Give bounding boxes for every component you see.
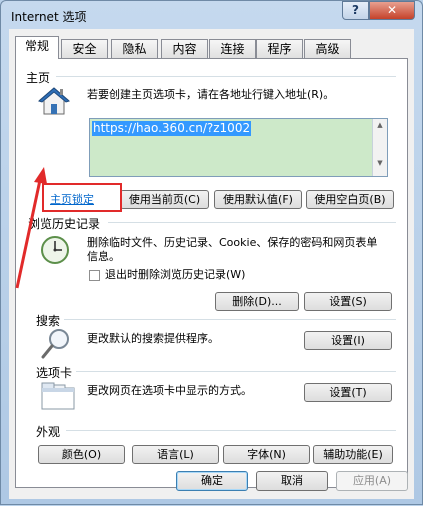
homepage-divider xyxy=(56,76,396,77)
window-title: Internet 选项 xyxy=(11,10,87,24)
tab-general[interactable]: 常规 xyxy=(15,36,59,59)
dialog-client: 常规 安全 隐私 内容 连接 程序 高级 主页 若要创建主页选项卡，请在各地址行… xyxy=(9,29,414,499)
close-button[interactable]: ✕ xyxy=(369,1,415,20)
homepage-description: 若要创建主页选项卡，请在各地址行键入地址(R)。 xyxy=(87,88,335,101)
tabs-settings-button[interactable]: 设置(T) xyxy=(304,383,392,402)
magnifier-icon xyxy=(40,327,72,361)
history-divider xyxy=(108,222,396,223)
ok-button[interactable]: 确定 xyxy=(176,471,248,491)
tab-connections[interactable]: 连接 xyxy=(209,39,256,58)
url-scrollbar[interactable]: ▲ ▼ xyxy=(372,119,387,176)
colors-button[interactable]: 颜色(O) xyxy=(38,445,125,464)
general-tab-panel: 主页 若要创建主页选项卡，请在各地址行键入地址(R)。 https://hao.… xyxy=(15,58,408,488)
cancel-button[interactable]: 取消 xyxy=(256,471,328,491)
delete-history-button[interactable]: 删除(D)... xyxy=(215,292,299,311)
homepage-url-text: https://hao.360.cn/?z1002 xyxy=(92,121,252,136)
annotation-highlight-box xyxy=(42,183,122,212)
search-settings-button[interactable]: 设置(I) xyxy=(304,331,392,350)
tab-content[interactable]: 内容 xyxy=(161,39,208,58)
tabs-section-label: 选项卡 xyxy=(36,366,73,380)
tabs-description: 更改网页在选项卡中显示的方式。 xyxy=(87,384,252,397)
appearance-section-label: 外观 xyxy=(36,425,61,439)
tab-programs[interactable]: 程序 xyxy=(256,39,303,58)
history-section-label: 浏览历史记录 xyxy=(28,217,101,231)
internet-options-window: Internet 选项 ? ✕ 常规 安全 隐私 内容 连接 程序 高级 主页 … xyxy=(0,0,423,505)
history-settings-button[interactable]: 设置(S) xyxy=(304,292,392,311)
history-description: 删除临时文件、历史记录、Cookie、保存的密码和网页表单信息。 xyxy=(87,236,378,263)
fonts-button[interactable]: 字体(N) xyxy=(223,445,310,464)
accessibility-button[interactable]: 辅助功能(E) xyxy=(313,445,393,464)
homepage-url-textarea[interactable]: https://hao.360.cn/?z1002 ▲ ▼ xyxy=(89,118,388,177)
help-button[interactable]: ? xyxy=(342,1,369,20)
appearance-divider xyxy=(66,430,396,431)
home-house-icon xyxy=(38,85,70,117)
scroll-down-arrow-icon[interactable]: ▼ xyxy=(373,159,387,167)
homepage-section-label: 主页 xyxy=(26,71,51,85)
tabs-divider xyxy=(76,371,396,372)
apply-button[interactable]: 应用(A) xyxy=(336,471,408,491)
delete-on-exit-checkbox[interactable] xyxy=(89,270,100,281)
scroll-up-arrow-icon[interactable]: ▲ xyxy=(373,121,387,129)
history-clock-icon xyxy=(40,235,70,265)
tab-privacy[interactable]: 隐私 xyxy=(111,39,158,58)
use-default-button[interactable]: 使用默认值(F) xyxy=(214,190,302,209)
search-divider xyxy=(64,319,396,320)
languages-button[interactable]: 语言(L) xyxy=(132,445,219,464)
tab-advanced[interactable]: 高级 xyxy=(304,39,351,58)
tab-security[interactable]: 安全 xyxy=(61,39,108,58)
use-current-page-button[interactable]: 使用当前页(C) xyxy=(120,190,209,209)
search-description: 更改默认的搜索提供程序。 xyxy=(87,332,219,345)
title-bar: Internet 选项 ? ✕ xyxy=(1,1,422,29)
delete-on-exit-label: 退出时删除浏览历史记录(W) xyxy=(105,268,246,281)
tabs-window-icon xyxy=(41,382,75,410)
use-blank-page-button[interactable]: 使用空白页(B) xyxy=(306,190,394,209)
